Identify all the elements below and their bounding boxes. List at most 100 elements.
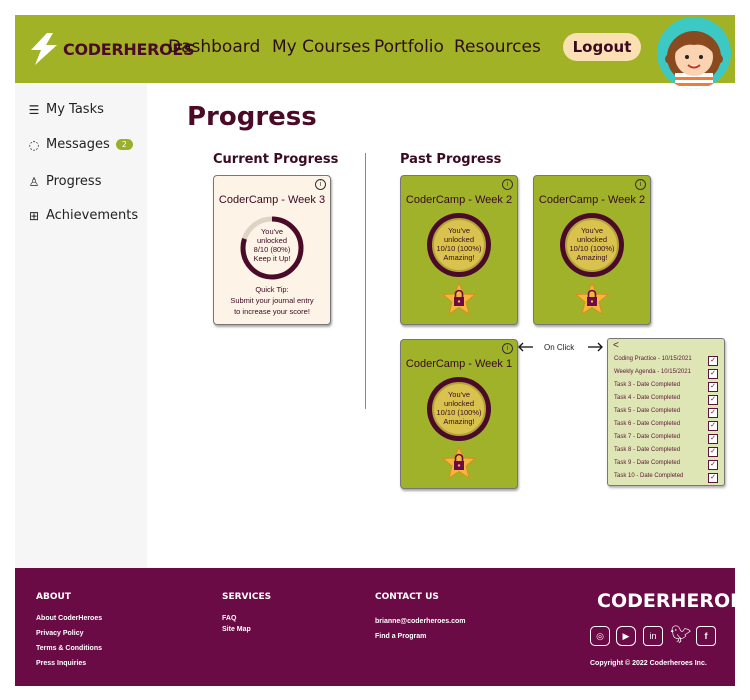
facebook-icon[interactable]: f (696, 626, 716, 646)
sidebar-item-messages[interactable]: ◌ Messages 2 (27, 137, 133, 152)
ring-line: 10/10 (100%) (436, 244, 482, 253)
task-item: Task 6 - Date Completed (614, 421, 681, 427)
nav-my-courses[interactable]: My Courses (272, 37, 370, 57)
task-checkbox[interactable]: ✓ (708, 447, 718, 457)
task-item: Coding Practice - 10/15/2021 (614, 356, 692, 362)
card-title: CoderCamp - Week 3 (218, 194, 326, 206)
footer-about-heading: ABOUT (36, 592, 71, 602)
sidebar-item-label: Progress (46, 174, 102, 189)
person-icon: ♙ (28, 174, 40, 189)
footer-link[interactable]: Terms & Conditions (36, 645, 102, 652)
sidebar-item-progress[interactable]: ♙ Progress (27, 174, 102, 189)
task-checkbox[interactable]: ✓ (708, 395, 718, 405)
star-lock-icon (574, 282, 610, 316)
ring-line: unlocked (256, 236, 288, 245)
info-icon[interactable]: i (502, 343, 513, 354)
past-progress-heading: Past Progress (400, 152, 502, 167)
ring-line: You've (260, 227, 283, 236)
back-chevron-icon[interactable]: < (613, 340, 619, 351)
task-checkbox[interactable]: ✓ (708, 356, 718, 366)
footer-link[interactable]: FAQ (222, 615, 236, 622)
info-icon[interactable]: i (502, 179, 513, 190)
footer-contact-heading: CONTACT US (375, 592, 439, 602)
task-checkbox[interactable]: ✓ (708, 460, 718, 470)
task-item: Task 5 - Date Completed (614, 408, 681, 414)
avatar[interactable] (657, 17, 731, 89)
list-icon: ☰ (28, 102, 40, 117)
ring-line: 10/10 (100%) (569, 244, 615, 253)
task-checkbox[interactable]: ✓ (708, 408, 718, 418)
copyright-text: Copyright © 2022 Coderheroes Inc. (590, 660, 707, 667)
task-checkbox[interactable]: ✓ (708, 421, 718, 431)
nav-dashboard[interactable]: Dashboard (168, 37, 260, 57)
current-progress-heading: Current Progress (213, 152, 339, 167)
ring-line: unlocked (443, 399, 475, 408)
star-lock-icon (441, 446, 477, 480)
task-item: Task 9 - Date Completed (614, 460, 681, 466)
ring-line: Keep it Up! (253, 254, 291, 263)
sidebar-item-label: My Tasks (46, 102, 104, 117)
ring-line: Amazing! (443, 417, 475, 426)
ring-line: 8/10 (80%) (253, 245, 291, 254)
info-icon[interactable]: i (635, 179, 646, 190)
youtube-icon[interactable]: ▶ (616, 626, 636, 646)
twitter-icon[interactable]: 🐦︎ (670, 625, 692, 645)
gift-icon: ⊞ (28, 208, 40, 223)
card-title: CoderCamp - Week 1 (405, 358, 513, 370)
page-title: Progress (187, 102, 317, 132)
task-item: Task 8 - Date Completed (614, 447, 681, 453)
sidebar-item-label: Achievements (46, 208, 139, 223)
avatar-girl-icon (665, 31, 723, 89)
task-item: Task 10 - Date Completed (614, 473, 684, 479)
ring-line: You've (447, 390, 470, 399)
footer-link[interactable]: About CoderHeroes (36, 615, 102, 622)
logout-button[interactable]: Logout (563, 33, 641, 61)
chat-icon: ◌ (28, 137, 40, 152)
on-click-label: On Click (544, 343, 575, 352)
task-item: Task 4 - Date Completed (614, 395, 681, 401)
lightning-icon (31, 33, 57, 65)
linkedin-icon[interactable]: in (643, 626, 663, 646)
card-title: CoderCamp - Week 2 (538, 194, 646, 206)
footer-link[interactable]: Find a Program (375, 633, 426, 640)
current-course-card[interactable]: i CoderCamp - Week 3 You've unlocked 8/1… (213, 175, 331, 325)
ring-line: 10/10 (100%) (436, 408, 482, 417)
arrow-right-icon (588, 342, 603, 352)
sidebar-item-label: Messages (46, 137, 110, 152)
message-count-badge: 2 (115, 139, 133, 150)
top-header: CODERHEROES Dashboard My Courses Portfol… (15, 15, 735, 89)
footer-link[interactable]: Site Map (222, 626, 251, 633)
task-checkbox[interactable]: ✓ (708, 473, 718, 483)
sidebar-item-achievements[interactable]: ⊞ Achievements (27, 208, 138, 223)
task-checkbox[interactable]: ✓ (708, 382, 718, 392)
nav-resources[interactable]: Resources (454, 37, 541, 57)
ring-line: Amazing! (576, 253, 608, 262)
task-item: Task 7 - Date Completed (614, 434, 681, 440)
tip-line: Submit your journal entry (230, 296, 314, 305)
past-course-card[interactable]: i CoderCamp - Week 2 You've unlocked 10/… (400, 175, 518, 325)
quick-tip: Quick Tip: Submit your journal entry to … (214, 284, 330, 317)
footer-link[interactable]: Press Inquiries (36, 660, 86, 667)
past-course-card[interactable]: i CoderCamp - Week 2 You've unlocked 10/… (533, 175, 651, 325)
task-checkbox[interactable]: ✓ (708, 369, 718, 379)
task-checkbox[interactable]: ✓ (708, 434, 718, 444)
ring-line: Amazing! (443, 253, 475, 262)
past-course-card[interactable]: i CoderCamp - Week 1 You've unlocked 10/… (400, 339, 518, 489)
arrow-left-icon (518, 342, 533, 352)
nav-portfolio[interactable]: Portfolio (374, 37, 444, 57)
tip-line: Quick Tip: (255, 285, 289, 294)
star-lock-icon (441, 282, 477, 316)
footer-brand: CODERHEROES (597, 590, 750, 612)
ring-line: unlocked (443, 235, 475, 244)
card-title: CoderCamp - Week 2 (405, 194, 513, 206)
footer-services-heading: SERVICES (222, 592, 272, 602)
sidebar-item-my-tasks[interactable]: ☰ My Tasks (27, 102, 104, 117)
footer-link[interactable]: Privacy Policy (36, 630, 83, 637)
section-divider (365, 153, 366, 409)
task-item: Weekly Agenda - 10/15/2021 (614, 369, 691, 375)
ring-line: You've (580, 226, 603, 235)
info-icon[interactable]: i (315, 179, 326, 190)
footer-email-link[interactable]: brianne@coderheroes.com (375, 618, 465, 625)
task-item: Task 3 - Date Completed (614, 382, 681, 388)
instagram-icon[interactable]: ◎ (590, 626, 610, 646)
